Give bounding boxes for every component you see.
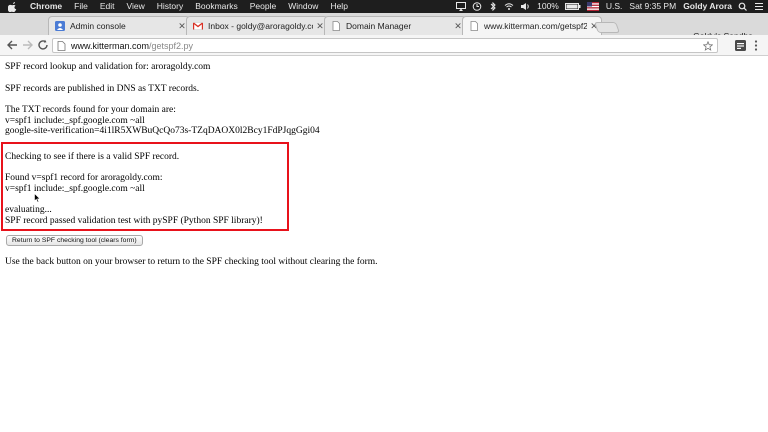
input-source-label[interactable]: U.S. [606,0,623,13]
back-arrow-icon[interactable] [6,39,18,51]
menu-edit[interactable]: Edit [100,0,115,13]
admin-console-favicon-icon [55,21,65,31]
apple-logo-icon[interactable] [8,1,18,12]
menu-file[interactable]: File [74,0,88,13]
validation-highlight-box [1,142,289,231]
gmail-favicon-icon [193,22,203,30]
extension-icon[interactable] [735,40,746,51]
page-favicon-icon [332,21,340,31]
url-host: www.kitterman.com [71,40,150,51]
return-to-spf-tool-button[interactable]: Return to SPF checking tool (clears form… [6,235,143,246]
us-flag-icon[interactable] [586,2,599,11]
menu-user-name[interactable]: Goldy Arora [683,0,732,13]
macos-menu-bar: Chrome File Edit View History Bookmarks … [0,0,768,13]
published-line: SPF records are published in DNS as TXT … [5,83,200,94]
volume-icon[interactable] [520,2,530,11]
tab-domain-manager[interactable]: Domain Manager ✕ [324,16,466,35]
page-info-icon[interactable] [57,40,66,51]
tab-kitterman[interactable]: www.kitterman.com/getspf2.py ✕ [462,16,602,35]
menu-help[interactable]: Help [330,0,347,13]
page-favicon-icon [470,21,478,31]
forward-arrow-icon[interactable] [22,39,34,51]
tab-label: Admin console [70,21,126,31]
url-path: /getspf2.py [149,40,194,51]
address-bar[interactable]: www.kitterman.com/getspf2.py [52,38,718,53]
menu-status-area: 100% U.S. Sat 9:35 PM Goldy Arora [450,0,764,13]
txt-record: v=spf1 include:_spf.google.com ~all [5,115,145,126]
menu-clock[interactable]: Sat 9:35 PM [629,0,676,13]
menu-bookmarks[interactable]: Bookmarks [195,0,238,13]
battery-percent: 100% [537,1,559,11]
menu-window[interactable]: Window [288,0,318,13]
back-button-note: Use the back button on your browser to r… [5,257,378,267]
battery-icon[interactable] [564,2,581,11]
tab-inbox[interactable]: Inbox - goldy@aroragoldy.com ✕ [186,16,328,35]
bluetooth-icon[interactable] [488,2,498,11]
tab-label: www.kitterman.com/getspf2.py [484,21,587,31]
bookmark-star-icon[interactable] [703,40,713,51]
wifi-icon[interactable] [504,2,514,11]
lookup-line: SPF record lookup and validation for: ar… [5,62,211,72]
menu-app-name[interactable]: Chrome [30,0,62,13]
txt-record: google-site-verification=4i1lR5XWBuQcQo7… [5,126,320,136]
reload-icon[interactable] [37,39,49,51]
tab-label: Inbox - goldy@aroragoldy.com [208,21,313,31]
menu-people[interactable]: People [250,0,276,13]
browser-menu-icon[interactable] [754,40,758,51]
mouse-cursor-icon [34,193,41,203]
tab-strip: Admin console ✕ Inbox - goldy@aroragoldy… [0,13,768,41]
notification-center-icon[interactable] [754,2,764,11]
time-machine-icon[interactable] [472,2,482,11]
airplay-icon[interactable] [456,2,467,11]
tab-label: Domain Manager [346,21,412,31]
tab-admin-console[interactable]: Admin console ✕ [48,16,190,35]
menu-history[interactable]: History [157,0,183,13]
spotlight-icon[interactable] [738,2,748,11]
txt-intro: The TXT records found for your domain ar… [5,105,176,115]
menu-view[interactable]: View [126,0,144,13]
new-tab-button[interactable] [593,22,621,33]
browser-toolbar: www.kitterman.com/getspf2.py [0,35,768,56]
